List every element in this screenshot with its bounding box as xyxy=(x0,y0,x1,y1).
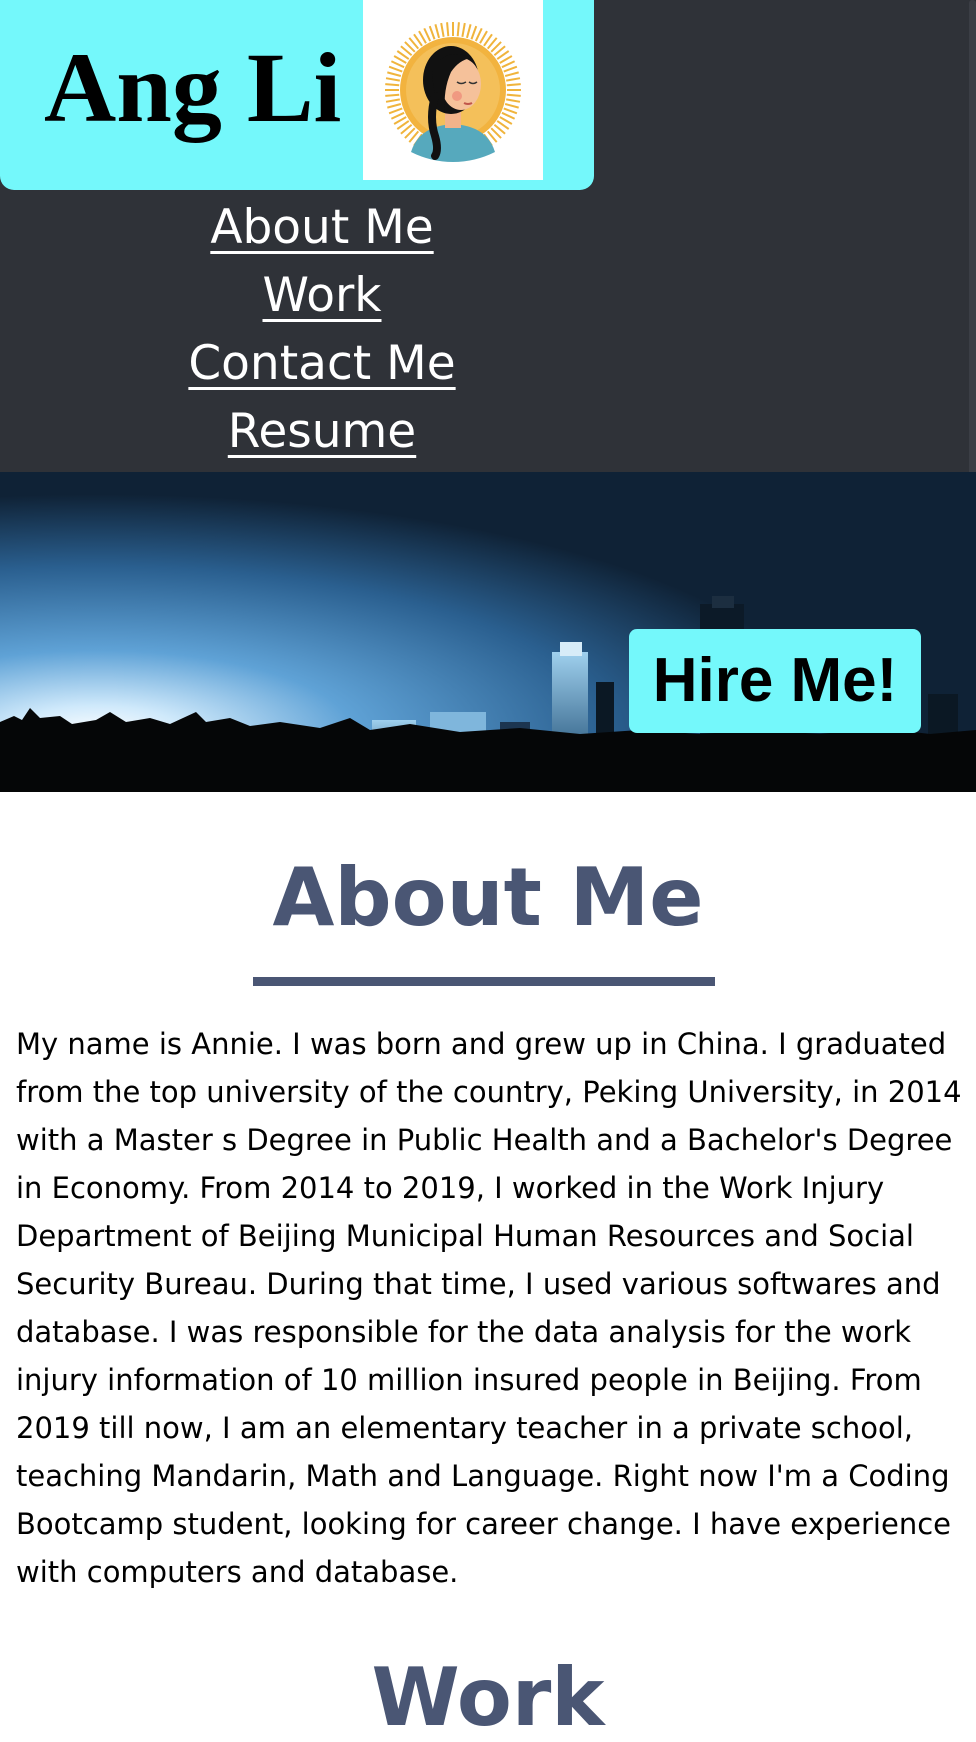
site-title: Ang Li xyxy=(44,32,342,143)
avatar xyxy=(363,0,543,180)
hire-me-button[interactable]: Hire Me! xyxy=(629,629,921,733)
nav-link-resume[interactable]: Resume xyxy=(228,398,416,466)
brand-banner: Ang Li xyxy=(0,0,594,190)
about-me-text: My name is Annie. I was born and grew up… xyxy=(16,1027,962,1589)
about-divider xyxy=(253,977,715,986)
site-header: Ang Li About Me Work Contact Me Resume xyxy=(0,0,976,472)
nav-link-contact-me[interactable]: Contact Me xyxy=(188,330,455,398)
work-heading: Work xyxy=(371,1651,605,1742)
main-nav: About Me Work Contact Me Resume xyxy=(172,194,472,466)
about-me-heading: About Me xyxy=(272,851,704,944)
nav-link-about-me[interactable]: About Me xyxy=(210,194,433,262)
nav-link-work[interactable]: Work xyxy=(262,262,381,330)
woman-portrait-icon xyxy=(385,22,521,162)
hero-banner: Hire Me! xyxy=(0,472,976,792)
